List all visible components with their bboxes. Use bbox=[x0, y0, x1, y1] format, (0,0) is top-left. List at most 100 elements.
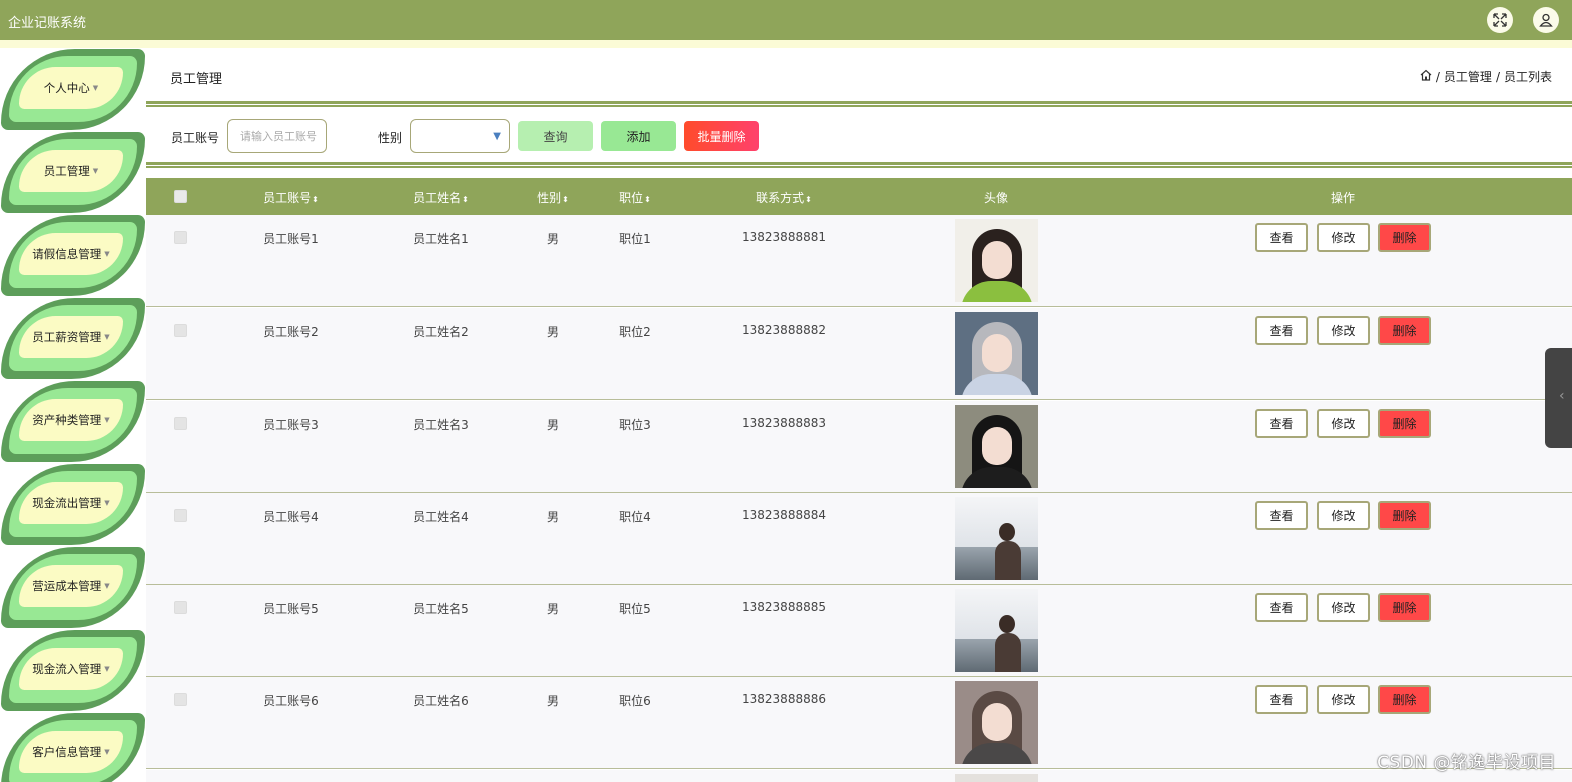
account-search-input[interactable] bbox=[227, 119, 327, 153]
chevron-down-icon: ▼ bbox=[104, 665, 110, 673]
view-button[interactable]: 查看 bbox=[1255, 501, 1308, 530]
title-bar: 员工管理 / 员工管理 / 员工列表 bbox=[146, 48, 1572, 100]
column-header-name[interactable]: 员工姓名⬍ bbox=[413, 189, 469, 206]
chevron-down-icon: ▼ bbox=[92, 84, 99, 92]
table-row bbox=[146, 770, 1572, 782]
gender-select[interactable]: ▼ bbox=[410, 119, 510, 153]
home-icon[interactable] bbox=[1420, 69, 1432, 84]
chevron-down-icon: ▼ bbox=[104, 748, 110, 756]
cell-account: 员工账号4 bbox=[263, 510, 319, 524]
table-row: 员工账号2 员工姓名2 男 职位2 13823888882 查看 修改 删除 bbox=[146, 308, 1572, 400]
table-row: 员工账号3 员工姓名3 男 职位3 13823888883 查看 修改 删除 bbox=[146, 401, 1572, 493]
column-header-gender[interactable]: 性别⬍ bbox=[537, 189, 569, 206]
cell-gender: 男 bbox=[546, 232, 560, 246]
sidebar-item-label: 客户信息管理 bbox=[32, 745, 102, 759]
row-checkbox[interactable] bbox=[174, 693, 187, 706]
breadcrumb-item: 员工列表 bbox=[1503, 70, 1552, 84]
row-checkbox[interactable] bbox=[174, 231, 187, 244]
edit-button[interactable]: 修改 bbox=[1317, 685, 1370, 714]
sidebar-item-customer[interactable]: 客户信息管理 ▼ bbox=[0, 712, 146, 782]
avatar bbox=[955, 497, 1038, 580]
view-button[interactable]: 查看 bbox=[1255, 223, 1308, 252]
edit-button[interactable]: 修改 bbox=[1317, 223, 1370, 252]
breadcrumb-separator: / bbox=[1495, 69, 1500, 84]
chevron-left-icon: ‹ bbox=[1559, 388, 1565, 404]
avatar bbox=[955, 405, 1038, 488]
avatar bbox=[955, 774, 1038, 782]
view-button[interactable]: 查看 bbox=[1255, 593, 1308, 622]
edit-button[interactable]: 修改 bbox=[1317, 316, 1370, 345]
cell-position: 职位5 bbox=[619, 602, 651, 616]
cell-account: 员工账号2 bbox=[263, 325, 319, 339]
row-checkbox[interactable] bbox=[174, 509, 187, 522]
sidebar: 个人中心 ▼ 员工管理 ▼ 请假信息管理 ▼ 员工薪资管理 ▼ 资产种类管理 ▼ 现金流出… bbox=[0, 48, 146, 782]
view-button[interactable]: 查看 bbox=[1255, 409, 1308, 438]
side-panel-toggle[interactable]: ‹ bbox=[1545, 348, 1572, 448]
chevron-down-icon: ▼ bbox=[104, 250, 110, 258]
row-checkbox[interactable] bbox=[174, 324, 187, 337]
select-all-checkbox[interactable] bbox=[174, 190, 187, 203]
delete-button[interactable]: 删除 bbox=[1378, 685, 1431, 714]
sidebar-item-cash-out[interactable]: 现金流出管理 ▼ bbox=[0, 463, 146, 546]
delete-button[interactable]: 删除 bbox=[1378, 593, 1431, 622]
sidebar-item-personal-center[interactable]: 个人中心 ▼ bbox=[0, 48, 146, 131]
cell-name: 员工姓名6 bbox=[413, 694, 469, 708]
sidebar-item-leave[interactable]: 请假信息管理 ▼ bbox=[0, 214, 146, 297]
sidebar-item-operating-cost[interactable]: 营运成本管理 ▼ bbox=[0, 546, 146, 629]
column-header-position[interactable]: 职位⬍ bbox=[619, 189, 651, 206]
add-button[interactable]: 添加 bbox=[601, 121, 676, 151]
edit-button[interactable]: 修改 bbox=[1317, 501, 1370, 530]
sidebar-item-salary[interactable]: 员工薪资管理 ▼ bbox=[0, 297, 146, 380]
cell-position: 职位3 bbox=[619, 418, 651, 432]
sort-icon: ⬍ bbox=[805, 195, 812, 204]
user-icon[interactable] bbox=[1533, 7, 1559, 33]
chevron-down-icon: ▼ bbox=[104, 582, 110, 590]
cell-phone: 13823888884 bbox=[742, 508, 826, 522]
chevron-down-icon: ▼ bbox=[493, 131, 501, 142]
cell-account: 员工账号3 bbox=[263, 418, 319, 432]
cell-account: 员工账号6 bbox=[263, 694, 319, 708]
row-checkbox[interactable] bbox=[174, 601, 187, 614]
column-header-actions: 操作 bbox=[1330, 191, 1356, 205]
sidebar-item-label: 员工管理 bbox=[43, 164, 90, 178]
breadcrumb-separator: / bbox=[1435, 69, 1440, 84]
edit-button[interactable]: 修改 bbox=[1317, 409, 1370, 438]
breadcrumb-item[interactable]: 员工管理 bbox=[1444, 68, 1492, 85]
cell-position: 职位1 bbox=[619, 232, 651, 246]
chevron-down-icon: ▼ bbox=[92, 167, 99, 175]
delete-button[interactable]: 删除 bbox=[1378, 501, 1431, 530]
column-header-account[interactable]: 员工账号⬍ bbox=[263, 189, 319, 206]
view-button[interactable]: 查看 bbox=[1255, 685, 1308, 714]
cell-gender: 男 bbox=[546, 694, 560, 708]
delete-button[interactable]: 删除 bbox=[1378, 316, 1431, 345]
expand-icon[interactable] bbox=[1487, 7, 1513, 33]
cell-account: 员工账号1 bbox=[263, 232, 319, 246]
chevron-down-icon: ▼ bbox=[104, 333, 110, 341]
table-row: 员工账号5 员工姓名5 男 职位5 13823888885 查看 修改 删除 bbox=[146, 585, 1572, 677]
table-row: 员工账号4 员工姓名4 男 职位4 13823888884 查看 修改 删除 bbox=[146, 493, 1572, 585]
table-row: 员工账号6 员工姓名6 男 职位6 13823888886 查看 修改 删除 bbox=[146, 677, 1572, 769]
sidebar-item-employee[interactable]: 员工管理 ▼ bbox=[0, 131, 146, 214]
cell-name: 员工姓名3 bbox=[413, 418, 469, 432]
batch-delete-button[interactable]: 批量删除 bbox=[684, 121, 759, 151]
sidebar-item-cash-in[interactable]: 现金流入管理 ▼ bbox=[0, 629, 146, 712]
cell-name: 员工姓名2 bbox=[413, 325, 469, 339]
view-button[interactable]: 查看 bbox=[1255, 316, 1308, 345]
cell-phone: 13823888886 bbox=[742, 692, 826, 706]
sidebar-item-asset-type[interactable]: 资产种类管理 ▼ bbox=[0, 380, 146, 463]
account-label: 员工账号 bbox=[171, 131, 220, 145]
query-button[interactable]: 查询 bbox=[518, 121, 593, 151]
delete-button[interactable]: 删除 bbox=[1378, 409, 1431, 438]
cell-name: 员工姓名4 bbox=[413, 510, 469, 524]
row-checkbox[interactable] bbox=[174, 417, 187, 430]
sort-icon: ⬍ bbox=[312, 195, 319, 204]
cell-position: 职位2 bbox=[619, 325, 651, 339]
cell-account: 员工账号5 bbox=[263, 602, 319, 616]
page-title: 员工管理 bbox=[170, 72, 223, 87]
chevron-down-icon: ▼ bbox=[104, 499, 110, 507]
cell-position: 职位4 bbox=[619, 510, 651, 524]
sidebar-item-label: 现金流入管理 bbox=[32, 662, 102, 676]
delete-button[interactable]: 删除 bbox=[1378, 223, 1431, 252]
edit-button[interactable]: 修改 bbox=[1317, 593, 1370, 622]
column-header-phone[interactable]: 联系方式⬍ bbox=[756, 189, 812, 206]
